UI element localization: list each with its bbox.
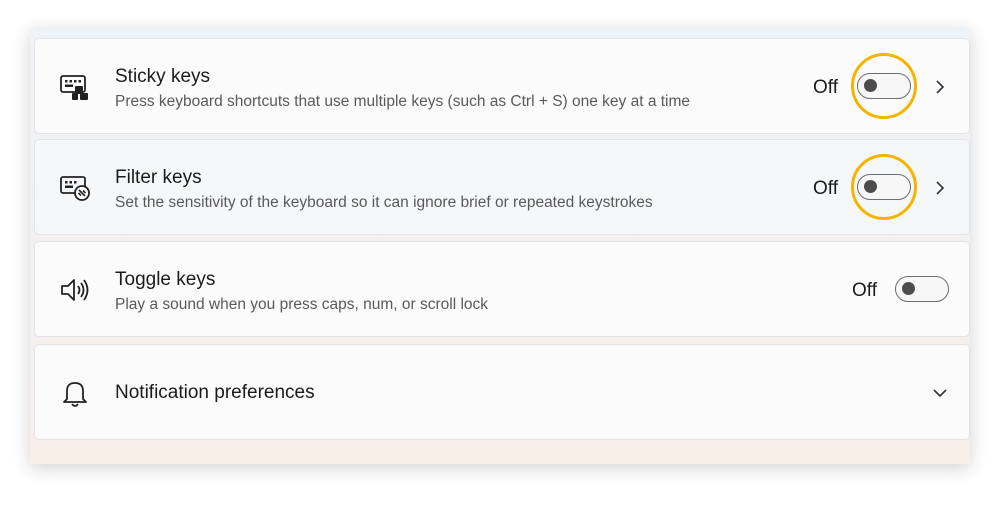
setting-title: Notification preferences bbox=[115, 382, 315, 403]
toggle-state-label: Off bbox=[813, 77, 838, 98]
chevron-down-icon[interactable] bbox=[932, 385, 948, 401]
setting-title: Filter keys bbox=[115, 167, 202, 188]
setting-row-notification-preferences[interactable]: Notification preferences bbox=[34, 344, 970, 440]
setting-description: Play a sound when you press caps, num, o… bbox=[115, 296, 489, 313]
toggle-state-label: Off bbox=[813, 178, 838, 199]
chevron-right-icon[interactable] bbox=[932, 79, 948, 95]
setting-row-sticky-keys[interactable]: Sticky keys Press keyboard shortcuts tha… bbox=[34, 38, 970, 134]
accessibility-keyboard-settings-panel: Sticky keys Press keyboard shortcuts tha… bbox=[30, 28, 970, 464]
bell-icon bbox=[63, 382, 87, 407]
setting-row-toggle-keys[interactable]: Toggle keys Play a sound when you press … bbox=[34, 241, 970, 337]
setting-row-filter-keys[interactable]: Filter keys Set the sensitivity of the k… bbox=[34, 139, 970, 235]
toggle-knob bbox=[902, 282, 915, 295]
filter-keys-keyboard-icon bbox=[60, 176, 90, 201]
toggle-keys-toggle[interactable] bbox=[895, 276, 949, 302]
setting-title: Toggle keys bbox=[115, 269, 216, 290]
sticky-keys-keyboard-icon bbox=[60, 75, 88, 100]
speaker-sound-icon bbox=[61, 279, 89, 301]
chevron-right-icon[interactable] bbox=[932, 180, 948, 196]
highlight-circle bbox=[851, 154, 917, 220]
setting-description: Press keyboard shortcuts that use multip… bbox=[115, 93, 691, 110]
setting-description: Set the sensitivity of the keyboard so i… bbox=[115, 194, 653, 211]
toggle-state-label: Off bbox=[852, 280, 877, 301]
highlight-circle bbox=[851, 53, 917, 119]
setting-title: Sticky keys bbox=[115, 66, 211, 87]
